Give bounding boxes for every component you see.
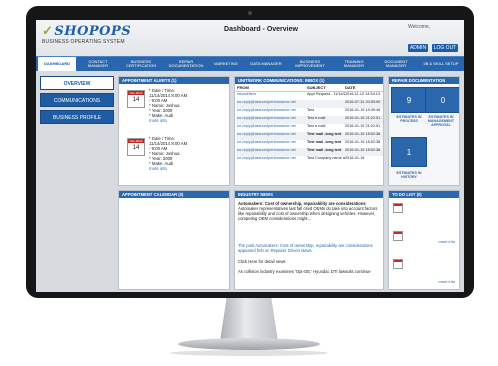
nav-data-manager[interactable]: DATA MANAGER	[248, 57, 284, 71]
nav-business-certification[interactable]: BUSINESS CERTIFICATION	[120, 57, 162, 71]
appointment-alerts-panel: APPOINTMENT ALERTS (1) Nov 2014 14 * Dat…	[118, 76, 230, 186]
news-headline[interactable]: As collision industry examines 'Opt-OE,'…	[238, 269, 382, 274]
estimates-in-history-tile[interactable]: 1	[391, 137, 427, 167]
calendar-icon: Nov 2014 14	[127, 90, 145, 108]
estimates-in-process-tile[interactable]: 9	[391, 87, 427, 113]
panel-title: APPOINTMENT ALERTS (1)	[119, 77, 229, 84]
sidebar-item-overview[interactable]: OVERVIEW	[40, 76, 114, 90]
table-row[interactable]: newslettersAppt Request - 11/14/20142016…	[236, 92, 383, 100]
table-row[interactable]: no-reply@assuredperformance.net Test 2016-…	[236, 108, 383, 116]
alert-item[interactable]: Nov 2014 14 * Date / Time: 11/14/2014 8:…	[123, 135, 227, 179]
more-info-link[interactable]: more info	[149, 118, 187, 123]
panel-title: UNIT/WORK COMMUNICATIONS: INBOX (1)	[235, 77, 383, 84]
industry-news-panel: INDUSTRY NEWS Automakers: Cost of owners…	[234, 190, 384, 290]
more-info-link[interactable]: more info	[438, 279, 455, 284]
tile-label: ESTIMATES IN MANAGEMENT APPROVAL	[427, 115, 455, 127]
page-title: Dashboard - Overview	[224, 26, 298, 33]
panel-title: REPAIR DOCUMENTATION	[389, 77, 459, 84]
nav-business-improvement[interactable]: BUSINESS IMPROVEMENT	[288, 57, 332, 71]
repair-documentation-panel: REPAIR DOCUMENTATION 9 ESTIMATES IN PROC…	[388, 76, 460, 186]
more-info-link[interactable]: more info	[149, 166, 187, 171]
welcome-text: Welcome,	[408, 24, 431, 30]
alert-item[interactable]: Nov 2014 14 * Date / Time: 11/14/2014 8:…	[123, 87, 227, 131]
calendar-icon: Nov 2014 14	[127, 138, 145, 156]
table-row[interactable]: no-reply@assuredperformance.net Test e-ma…	[236, 124, 383, 132]
table-row[interactable]: no-reply@assuredperformance.net Test mail…	[236, 140, 383, 148]
logo-tagline: BUSINESS OPERATING SYSTEM	[42, 39, 125, 45]
tile-label: ESTIMATES IN PROCESS	[396, 115, 422, 123]
estimates-in-approval-tile[interactable]: 0	[425, 87, 459, 113]
nav-skill-setup[interactable]: I/B & SKILL SETUP	[420, 57, 462, 71]
news-body: Automaker representatives last fall cite…	[238, 206, 378, 221]
shopops-logo[interactable]: ✓SHOPOPS BUSINESS OPERATING SYSTEM	[42, 25, 132, 51]
nav-training-manager[interactable]: TRAINING MANAGER	[336, 57, 372, 71]
table-row[interactable]: no-reply@assuredperformance.net Test e-ma…	[236, 116, 383, 124]
admin-button[interactable]: ADMIN	[408, 44, 428, 52]
panel-title: APPOINTMENT CALENDAR (0)	[119, 191, 229, 198]
news-item: The post Automakers: Cost of ownership, …	[238, 243, 382, 253]
tile-label: ESTIMATES IN HISTORY	[396, 171, 422, 179]
logo-wordmark: ✓SHOPOPS	[42, 24, 132, 39]
nav-marketing[interactable]: MARKETING	[210, 57, 242, 71]
table-header: FROM SUBJECT DATE	[236, 85, 383, 92]
nav-document-manager[interactable]: DOCUMENT MANAGER	[376, 57, 416, 71]
webcam-dot	[248, 11, 252, 15]
news-item: Automakers: Cost of ownership, repairabi…	[238, 201, 382, 221]
stand-shadow	[170, 350, 328, 356]
sidebar-item-communications[interactable]: COMMUNICATIONS	[40, 93, 114, 107]
alert-details: * Date / Time: 11/14/2014 8:00 AM - 9:00…	[149, 136, 188, 171]
table-row[interactable]: no-reply@assuredperformance.net Test mail…	[236, 148, 383, 156]
table-row[interactable]: no-reply@assuredperformance.net 2016-07-3…	[236, 100, 383, 108]
checkmark-icon: ✓	[42, 24, 54, 39]
main-nav: DASHBOARD CONTACT MANAGER BUSINESS CERTI…	[36, 56, 464, 71]
nav-contact-manager[interactable]: CONTACT MANAGER	[78, 57, 118, 71]
more-info-link[interactable]: more info	[438, 239, 455, 244]
app-header: ✓SHOPOPS BUSINESS OPERATING SYSTEM Dashb…	[36, 20, 464, 56]
monitor-stand-base	[178, 338, 320, 350]
nav-repair-documentation[interactable]: REPAIR DOCUMENTATION	[164, 57, 208, 71]
inbox-table: FROM SUBJECT DATE newsletters Appt Reques…	[236, 85, 383, 164]
communications-inbox-panel: UNIT/WORK COMMUNICATIONS: INBOX (1) FROM…	[234, 76, 384, 186]
panel-title: INDUSTRY NEWS	[235, 191, 383, 198]
calendar-icon	[393, 259, 403, 269]
appointment-calendar-panel: APPOINTMENT CALENDAR (0)	[118, 190, 230, 290]
table-row[interactable]: no-reply@assuredperformance.net Test Comp…	[236, 156, 383, 164]
panel-title: TO DO LIST (0)	[389, 191, 459, 198]
table-row[interactable]: no-reply@assuredperformance.net Test mail…	[236, 132, 383, 140]
calendar-icon	[393, 231, 403, 241]
nav-dashboard[interactable]: DASHBOARD	[38, 57, 76, 71]
alert-details: * Date / Time: 11/14/2014 8:00 AM - 9:00…	[149, 88, 188, 123]
logout-button[interactable]: LOG OUT	[432, 44, 458, 52]
calendar-icon	[393, 203, 403, 213]
news-detail-link[interactable]: Click Here for detail news	[238, 259, 382, 264]
app-screen: ✓SHOPOPS BUSINESS OPERATING SYSTEM Dashb…	[36, 20, 464, 292]
monitor-frame: ✓SHOPOPS BUSINESS OPERATING SYSTEM Dashb…	[26, 6, 474, 298]
sidebar-item-business-profile[interactable]: BUSINESS PROFILE	[40, 110, 114, 124]
todo-list-panel: TO DO LIST (0) more info more info	[388, 190, 460, 290]
news-body[interactable]: The post Automakers: Cost of ownership, …	[238, 243, 382, 253]
